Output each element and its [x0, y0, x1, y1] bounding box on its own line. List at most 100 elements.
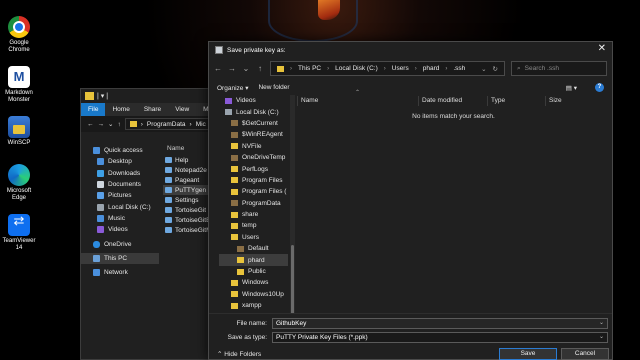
tree-item-temp[interactable]: temp — [219, 220, 288, 231]
quick-access-toolbar[interactable]: | ▾ | — [97, 92, 108, 100]
nav-item-this-pc[interactable]: This PC — [81, 252, 159, 264]
nav-item-videos[interactable]: Videos — [81, 224, 159, 235]
save-button[interactable]: Save — [499, 348, 557, 360]
organize-label: Organize — [217, 84, 244, 92]
folder-tree: Videos Local Disk (C:) $GetCurrent $WinR… — [219, 95, 288, 340]
up-arrow-icon[interactable]: ↑ — [117, 121, 120, 128]
nav-item-pictures[interactable]: Pictures — [81, 190, 159, 201]
chevron-down-icon[interactable]: ⌄ — [599, 333, 604, 342]
desktop-icon-markdown-monster[interactable]: M Markdown Monster — [2, 66, 36, 104]
column-header-date-modified[interactable]: Date modified — [418, 96, 462, 106]
column-header-type[interactable]: Type — [487, 96, 505, 106]
tree-item-windows10upgrade[interactable]: Windows10Up — [219, 289, 288, 300]
tree-label: Videos — [236, 97, 256, 105]
nav-item-quick-access[interactable]: Quick access — [81, 145, 159, 156]
tree-item-winreagent[interactable]: $WinREAgent — [219, 129, 288, 140]
back-arrow-icon[interactable]: ← — [214, 64, 222, 73]
breadcrumb-this-pc[interactable]: This PC — [298, 65, 321, 72]
tree-item-nvfile[interactable]: NVFile — [219, 141, 288, 152]
tree-item-xampp[interactable]: xampp — [219, 300, 288, 311]
ribbon-tab-share[interactable]: Share — [137, 103, 168, 116]
tree-label: Public — [248, 268, 266, 276]
search-input[interactable]: ⌕ Search .ssh — [511, 61, 607, 76]
back-arrow-icon[interactable]: ← — [87, 121, 94, 128]
tree-item-programdata[interactable]: ProgramData — [219, 198, 288, 209]
breadcrumb-users[interactable]: Users — [392, 65, 409, 72]
tree-item-program-files-x86[interactable]: Program Files ( — [219, 186, 288, 197]
nav-item-network[interactable]: Network — [81, 267, 159, 278]
chevron-down-icon[interactable]: ⌄ — [242, 64, 250, 73]
save-type-label: Save as type: — [227, 334, 267, 341]
refresh-icon[interactable]: ↻ — [493, 65, 498, 73]
desktop-icon-google-chrome[interactable]: Google Chrome — [2, 16, 36, 54]
dialog-address-row: ← → ⌄ ↑ › This PC › Local Disk (C:) › Us… — [209, 58, 612, 79]
breadcrumb-phard[interactable]: phard — [423, 65, 440, 72]
ribbon-tab-file[interactable]: File — [81, 103, 106, 116]
chevron-down-icon[interactable]: ⌄ — [599, 319, 604, 328]
tree-item-phard[interactable]: phard — [219, 254, 288, 266]
desktop-icon-microsoft-edge[interactable]: Microsoft Edge — [2, 164, 36, 202]
tree-item-users[interactable]: Users — [219, 232, 288, 243]
tree-item-program-files[interactable]: Program Files — [219, 175, 288, 186]
nav-item-downloads[interactable]: Downloads — [81, 168, 159, 179]
breadcrumb-local-disk[interactable]: Local Disk (C:) — [335, 65, 378, 72]
tree-item-public[interactable]: Public — [219, 266, 288, 277]
tree-label: PerfLogs — [242, 165, 269, 173]
nav-item-desktop[interactable]: Desktop — [81, 156, 159, 167]
organize-button[interactable]: Organize ▾ — [217, 84, 248, 92]
file-label: Settings — [175, 196, 199, 204]
hide-folders-toggle[interactable]: ⌃ Hide Folders — [217, 350, 261, 358]
tree-item-videos[interactable]: Videos — [219, 95, 288, 106]
file-name-row: File name: GithubKey ⌄ — [209, 318, 612, 329]
save-type-select[interactable]: PuTTY Private Key Files (*.ppk) ⌄ — [272, 332, 608, 343]
shortcut-icon — [165, 217, 172, 223]
folder-tree-scrollbar[interactable] — [290, 95, 295, 340]
nav-item-documents[interactable]: Documents — [81, 179, 159, 190]
folder-icon — [277, 65, 284, 72]
nav-label: Music — [108, 214, 125, 222]
forward-arrow-icon[interactable]: → — [228, 64, 236, 73]
column-header-size[interactable]: Size — [545, 96, 562, 106]
ribbon-tab-home[interactable]: Home — [105, 103, 136, 116]
nav-item-music[interactable]: Music — [81, 213, 159, 224]
tree-item-share[interactable]: share — [219, 209, 288, 220]
folder-icon — [231, 279, 238, 286]
folder-icon — [231, 154, 238, 161]
up-arrow-icon[interactable]: ↑ — [256, 64, 264, 73]
desktop-icon-label: Google — [9, 40, 29, 46]
desktop-icon-label: Markdown — [5, 90, 33, 96]
breadcrumb-ssh[interactable]: .ssh — [453, 65, 465, 72]
folder-icon — [231, 222, 238, 229]
help-icon[interactable]: ? — [595, 83, 604, 92]
tree-label: NVFile — [242, 142, 262, 150]
breadcrumb-item[interactable]: Mic — [196, 121, 206, 128]
file-name-label: File name: — [236, 320, 267, 327]
tree-item-local-disk[interactable]: Local Disk (C:) — [219, 106, 288, 117]
dialog-address-bar[interactable]: › This PC › Local Disk (C:) › Users › ph… — [270, 61, 505, 76]
file-name-field[interactable]: GithubKey ⌄ — [272, 318, 608, 329]
breadcrumb-item[interactable]: ProgramData — [147, 121, 186, 128]
view-options-icon[interactable]: ▤ ▾ — [566, 84, 577, 92]
tree-item-getcurrent[interactable]: $GetCurrent — [219, 118, 288, 129]
nav-item-onedrive[interactable]: OneDrive — [81, 238, 159, 249]
chevron-down-icon[interactable]: ⌄ — [108, 120, 113, 128]
tree-item-onedrivetemp[interactable]: OneDriveTemp — [219, 152, 288, 163]
close-button[interactable]: ✕ — [598, 43, 606, 54]
tree-item-perflogs[interactable]: PerfLogs — [219, 163, 288, 174]
forward-arrow-icon[interactable]: → — [98, 121, 105, 128]
cancel-button[interactable]: Cancel — [561, 348, 609, 360]
download-icon — [97, 169, 104, 177]
tree-item-default[interactable]: Default — [219, 243, 288, 254]
desktop-icon-teamviewer[interactable]: TeamViewer 14 — [2, 214, 36, 252]
tree-item-windows[interactable]: Windows — [219, 277, 288, 288]
ribbon-tab-view[interactable]: View — [168, 103, 196, 116]
file-label: Help — [175, 156, 189, 164]
chevron-down-icon[interactable]: ⌄ — [481, 65, 486, 73]
nav-label: Local Disk (C:) — [108, 203, 151, 211]
desktop-icon-winscp[interactable]: WinSCP — [2, 116, 36, 147]
tree-label: Users — [242, 233, 259, 241]
nav-item-local-disk[interactable]: Local Disk (C:) — [81, 201, 159, 212]
column-header-name[interactable]: Name — [297, 96, 318, 106]
new-folder-button[interactable]: New folder — [258, 84, 289, 91]
music-icon — [97, 214, 104, 222]
